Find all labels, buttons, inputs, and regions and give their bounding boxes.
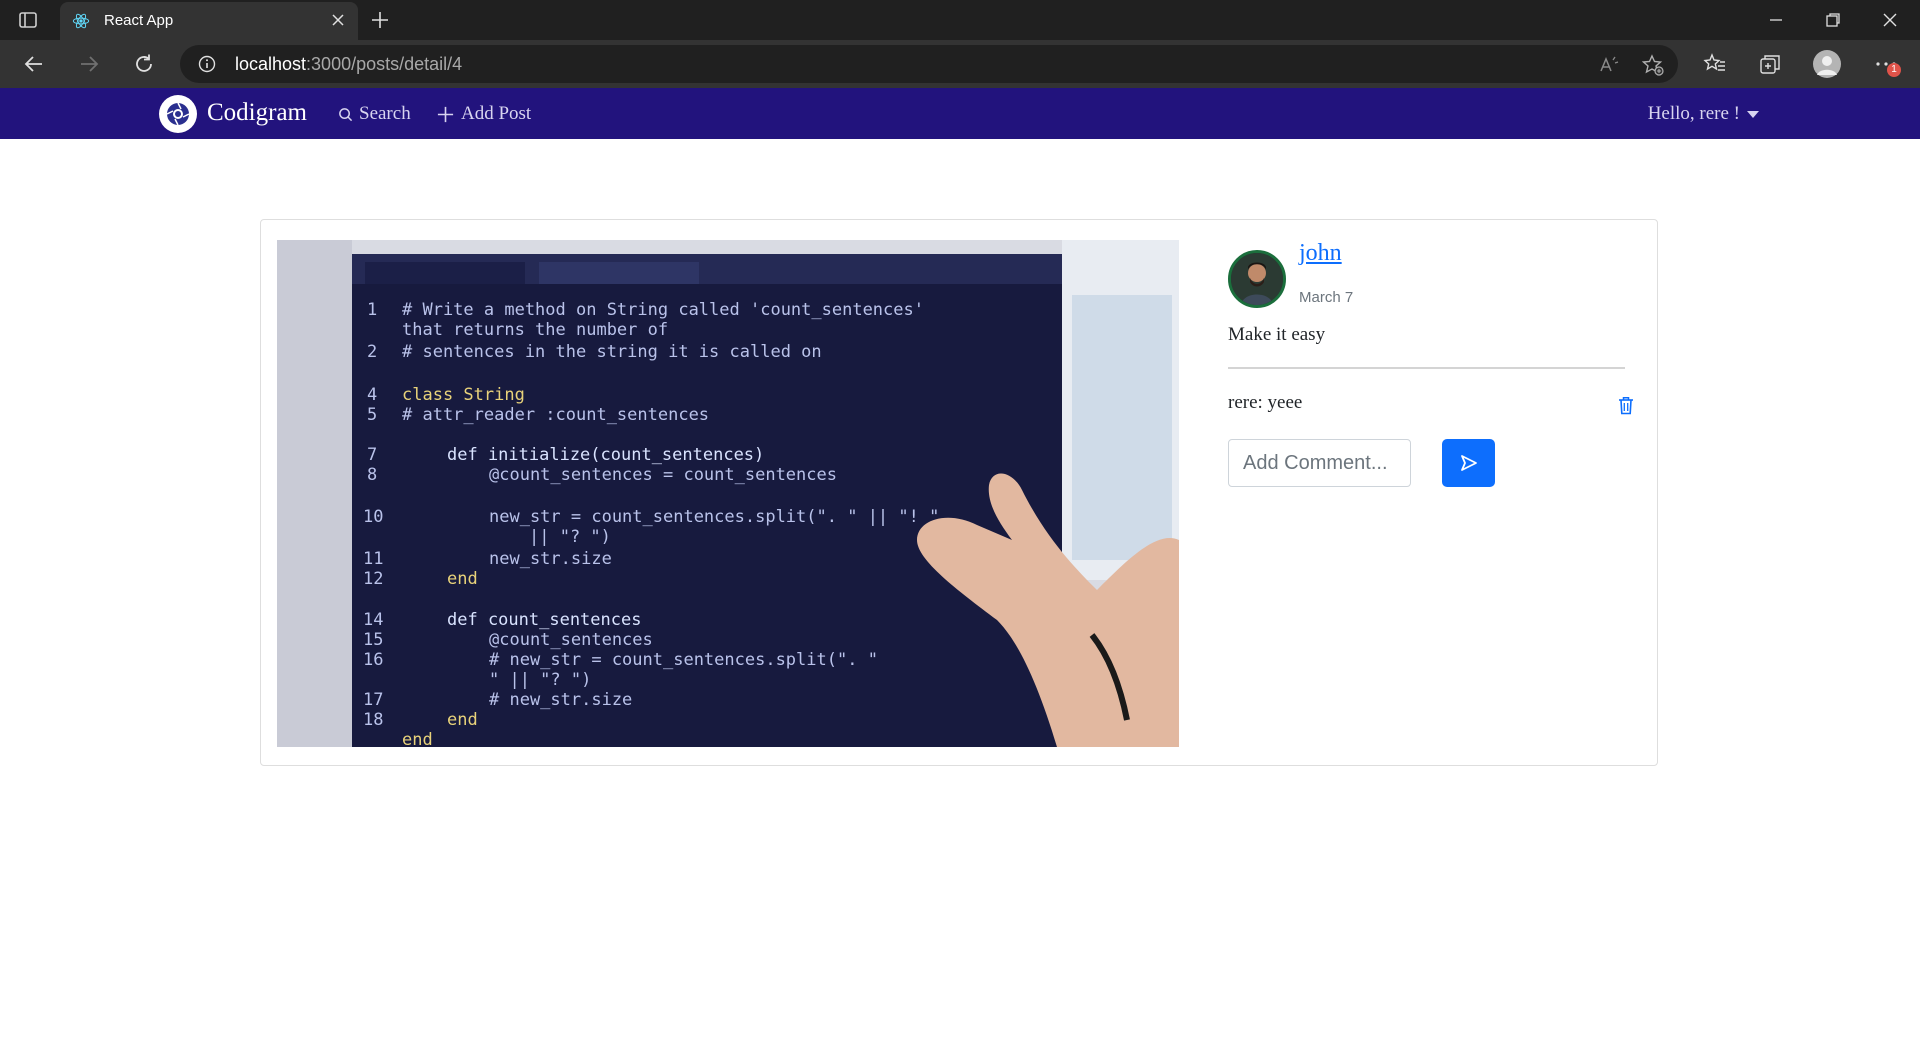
svg-text:2: 2 bbox=[367, 342, 377, 362]
back-icon[interactable] bbox=[22, 52, 46, 76]
divider bbox=[1228, 367, 1625, 369]
read-aloud-icon[interactable] bbox=[1598, 54, 1620, 76]
svg-text:15: 15 bbox=[363, 630, 383, 650]
url-path: :3000/posts/detail/4 bbox=[306, 54, 463, 74]
svg-text:end: end bbox=[447, 569, 478, 589]
send-icon bbox=[1461, 455, 1477, 471]
browser-tab[interactable]: React App bbox=[60, 2, 358, 40]
url-field[interactable]: localhost:3000/posts/detail/4 bbox=[180, 45, 1678, 83]
svg-text:12: 12 bbox=[363, 569, 383, 589]
add-post-link[interactable]: Add Post bbox=[436, 103, 531, 125]
tab-title: React App bbox=[104, 12, 174, 29]
reload-icon[interactable] bbox=[132, 52, 156, 76]
add-post-label: Add Post bbox=[461, 103, 532, 124]
search-icon bbox=[339, 107, 353, 121]
svg-text:14: 14 bbox=[363, 610, 383, 630]
restore-icon[interactable] bbox=[1821, 8, 1845, 32]
profile-avatar[interactable] bbox=[1813, 50, 1841, 78]
user-icon bbox=[1817, 56, 1837, 75]
camera-logo-icon bbox=[166, 102, 190, 126]
trash-icon[interactable] bbox=[1618, 396, 1634, 415]
send-comment-button[interactable] bbox=[1442, 439, 1495, 487]
svg-text:10: 10 bbox=[363, 507, 383, 527]
svg-text:11: 11 bbox=[363, 549, 383, 569]
post-card: 124 578 10 11 12 14 15 16 17 18 # Write a met… bbox=[260, 219, 1658, 766]
svg-text:16: 16 bbox=[363, 650, 383, 670]
browser-address-bar: localhost:3000/posts/detail/4 bbox=[0, 40, 1920, 88]
svg-text:7: 7 bbox=[367, 445, 377, 465]
svg-text:# new_str = count_sentences.sp: # new_str = count_sentences.split(". " bbox=[489, 650, 878, 670]
svg-text:@count_sentences = count_sente: @count_sentences = count_sentences bbox=[489, 465, 837, 485]
author-photo bbox=[1231, 253, 1283, 305]
svg-text:4: 4 bbox=[367, 385, 377, 405]
svg-text:class String: class String bbox=[402, 385, 525, 405]
new-tab-icon[interactable] bbox=[368, 8, 392, 32]
add-favorite-icon[interactable] bbox=[1642, 54, 1664, 76]
notification-badge: 1 bbox=[1887, 63, 1901, 77]
svg-text:" || "? "): " || "? ") bbox=[489, 670, 591, 690]
post-date: March 7 bbox=[1299, 289, 1354, 306]
favorites-icon[interactable] bbox=[1703, 52, 1727, 76]
svg-text:8: 8 bbox=[367, 465, 377, 485]
svg-text:# attr_reader :count_sentences: # attr_reader :count_sentences bbox=[402, 405, 709, 425]
svg-text:end: end bbox=[447, 710, 478, 730]
app-navbar: Codigram Search Add Post Hello, rere ! bbox=[0, 88, 1920, 139]
svg-text:17: 17 bbox=[363, 690, 383, 710]
close-icon[interactable] bbox=[330, 12, 346, 28]
post-image: 124 578 10 11 12 14 15 16 17 18 # Write a met… bbox=[277, 240, 1179, 747]
svg-text:|| "? "): || "? ") bbox=[529, 527, 611, 547]
forward-icon[interactable] bbox=[77, 52, 101, 76]
svg-text:def initialize(count_sentences: def initialize(count_sentences) bbox=[447, 445, 764, 465]
comment-input[interactable] bbox=[1228, 439, 1411, 487]
svg-text:# sentences in the string it i: # sentences in the string it is called o… bbox=[402, 342, 822, 362]
svg-text:# new_str.size: # new_str.size bbox=[489, 690, 632, 710]
brand-name[interactable]: Codigram bbox=[207, 99, 307, 127]
search-label: Search bbox=[359, 103, 411, 124]
svg-text:# Write a method on String ca: # Write a method on String called 'count… bbox=[402, 300, 924, 320]
svg-text:@count_sentences: @count_sentences bbox=[489, 630, 653, 650]
svg-text:1: 1 bbox=[367, 300, 377, 320]
plus-icon bbox=[437, 106, 454, 122]
url-text: localhost:3000/posts/detail/4 bbox=[235, 54, 462, 75]
react-icon bbox=[72, 13, 90, 29]
svg-text:new_str.size: new_str.size bbox=[489, 549, 612, 569]
window-close-icon[interactable] bbox=[1878, 8, 1902, 32]
comment-item: rere: yeee bbox=[1228, 392, 1303, 413]
greeting-text: Hello, rere ! bbox=[1647, 103, 1740, 124]
svg-text:new_str = count_sentences.spli: new_str = count_sentences.split(". " || … bbox=[489, 507, 939, 527]
post-caption: Make it easy bbox=[1228, 324, 1326, 345]
search-link[interactable]: Search bbox=[338, 103, 411, 125]
info-icon[interactable] bbox=[198, 55, 216, 73]
collections-icon[interactable] bbox=[1758, 52, 1782, 76]
code-screen-photo: 124 578 101112 141516 1718 # Write a met… bbox=[277, 240, 1179, 747]
author-avatar[interactable] bbox=[1228, 250, 1286, 308]
svg-text:18: 18 bbox=[363, 710, 383, 730]
caret-down-icon bbox=[1747, 110, 1759, 118]
logo[interactable] bbox=[159, 95, 197, 133]
svg-text:5: 5 bbox=[367, 405, 377, 425]
author-name-link[interactable]: john bbox=[1299, 240, 1342, 267]
tab-actions-icon[interactable] bbox=[18, 10, 38, 30]
browser-tab-bar: React App bbox=[0, 0, 1920, 40]
svg-text:def count_sentences: def count_sentences bbox=[447, 610, 641, 630]
user-menu-toggle[interactable]: Hello, rere ! bbox=[1648, 103, 1759, 125]
svg-text:that returns the number of: that returns the number of bbox=[402, 320, 668, 340]
minimize-icon[interactable] bbox=[1764, 8, 1788, 32]
url-host: localhost bbox=[235, 54, 307, 74]
svg-text:end: end bbox=[402, 730, 433, 747]
